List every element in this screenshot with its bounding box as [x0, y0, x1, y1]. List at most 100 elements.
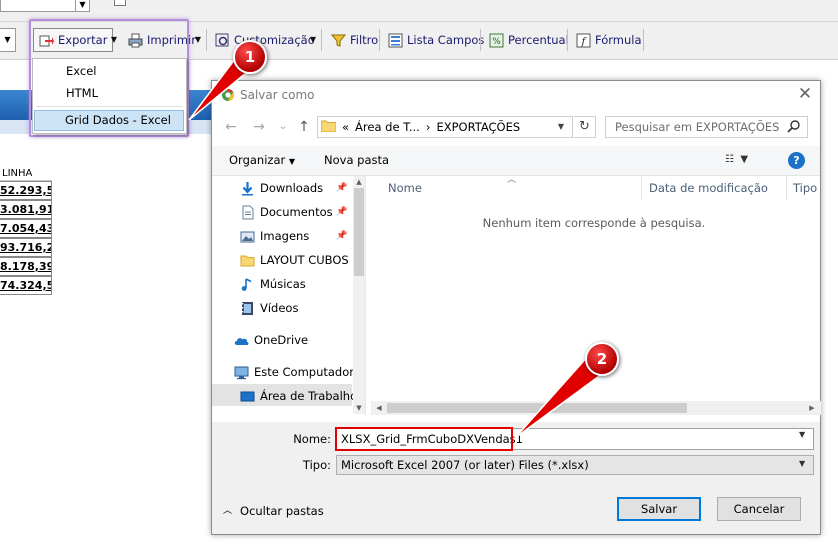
organize-menu[interactable]: Organizar ▼: [229, 153, 295, 169]
nav-label: Área de Trabalho: [260, 389, 358, 403]
toolbar-divider: [480, 29, 481, 51]
cloud-icon: [234, 333, 249, 348]
view-options-icon[interactable]: ☷ ▼: [725, 152, 759, 168]
chevron-down-icon: ▼: [288, 157, 296, 166]
percent-icon: %: [489, 33, 504, 48]
nav-item-this-pc[interactable]: Este Computador: [234, 361, 354, 383]
organize-label: Organizar: [229, 153, 286, 167]
filter-button[interactable]: Filtro: [325, 28, 384, 52]
sort-ascending-icon: ︿: [507, 175, 517, 185]
grid-cell[interactable]: 3.081,91: [0, 200, 52, 219]
field-list-label: Lista Campos: [407, 33, 485, 47]
top-combo[interactable]: ▼: [0, 0, 90, 12]
help-icon[interactable]: ?: [788, 152, 805, 169]
filetype-label: Tipo:: [302, 458, 331, 472]
toolbar-divider: [379, 29, 380, 51]
scroll-left-icon[interactable]: ◀: [373, 404, 385, 412]
callout-badge-1: 1: [233, 40, 267, 74]
menu-divider: [36, 106, 182, 107]
scroll-up-icon[interactable]: ▲: [353, 178, 365, 186]
nav-item-documents[interactable]: Documentos: [240, 201, 333, 223]
up-arrow-icon[interactable]: ↑: [295, 118, 313, 136]
menu-item-excel[interactable]: Excel: [66, 62, 96, 80]
hide-folders-toggle[interactable]: ︿ Ocultar pastas: [223, 504, 324, 518]
nav-item-layout-cubos[interactable]: LAYOUT CUBOS: [240, 249, 349, 271]
grid-column-header: LINHA: [0, 166, 52, 181]
nav-item-images[interactable]: Imagens: [240, 225, 309, 247]
formula-icon: f: [576, 33, 591, 48]
grid-cell[interactable]: 52.293,54: [0, 181, 52, 200]
search-icon[interactable]: [786, 119, 802, 135]
download-arrow-icon: [240, 181, 255, 196]
close-icon[interactable]: ✕: [795, 84, 815, 104]
breadcrumb-desktop[interactable]: Área de T...: [355, 120, 420, 134]
formula-button[interactable]: f Fórmula: [570, 28, 648, 52]
column-divider[interactable]: [786, 176, 787, 200]
back-arrow-icon[interactable]: ←: [222, 118, 240, 136]
grid-cell[interactable]: 74.324,55: [0, 276, 52, 295]
column-header-modified[interactable]: Data de modificação: [649, 181, 768, 195]
chevron-down-icon[interactable]: ▼: [549, 116, 573, 138]
chevron-down-icon[interactable]: ▼: [799, 430, 805, 439]
nav-label: Músicas: [260, 277, 306, 291]
filter-label: Filtro: [350, 33, 379, 47]
chevron-down-icon[interactable]: ▼: [75, 0, 89, 11]
field-list-button[interactable]: Lista Campos: [382, 28, 490, 52]
grid-cell[interactable]: 93.716,28: [0, 238, 52, 257]
forward-arrow-icon[interactable]: →: [250, 118, 268, 136]
grid-cell[interactable]: 7.054,43: [0, 219, 52, 238]
chevron-down-icon[interactable]: ▼: [0, 28, 16, 52]
refresh-icon[interactable]: ↻: [574, 116, 596, 138]
scroll-down-icon[interactable]: ▼: [353, 404, 365, 412]
folder-icon: [320, 119, 337, 135]
column-header-type[interactable]: Tipo: [793, 181, 817, 195]
chevron-down-icon[interactable]: ▼: [192, 28, 204, 52]
nav-item-downloads[interactable]: Downloads: [240, 177, 323, 199]
empty-message: Nenhum item corresponde à pesquisa.: [482, 216, 706, 230]
horizontal-scrollbar-thumb[interactable]: [387, 403, 687, 413]
breadcrumb-separator: ›: [425, 120, 431, 134]
nav-item-videos[interactable]: Vídeos: [240, 297, 298, 319]
pin-icon[interactable]: 📌: [336, 207, 347, 217]
menu-item-grid-excel[interactable]: Grid Dados - Excel: [34, 110, 184, 131]
toolbar-divider: [321, 29, 322, 51]
video-icon: [240, 301, 255, 316]
breadcrumb-overflow[interactable]: «: [342, 120, 349, 134]
chevron-up-icon: ︿: [223, 506, 233, 516]
grid-cell[interactable]: 8.178,39: [0, 257, 52, 276]
breadcrumb-exports[interactable]: EXPORTAÇÕES: [436, 120, 520, 134]
search-input[interactable]: Pesquisar em EXPORTAÇÕES: [605, 116, 808, 138]
svg-text:%: %: [492, 37, 501, 47]
toolbar-divider: [567, 29, 568, 51]
chevron-down-icon[interactable]: ▼: [307, 28, 319, 52]
nav-item-desktop[interactable]: Área de Trabalho: [240, 385, 357, 407]
nav-item-onedrive[interactable]: OneDrive: [234, 329, 308, 351]
percent-button[interactable]: % Percentual: [483, 28, 575, 52]
filetype-select[interactable]: Microsoft Excel 2007 (or later) Files (*…: [336, 455, 814, 475]
nav-item-music[interactable]: Músicas: [240, 273, 306, 295]
save-button[interactable]: Salvar: [617, 497, 701, 521]
toolbar-divider: [206, 29, 207, 51]
top-checkbox[interactable]: [114, 0, 126, 6]
folder-icon: [240, 253, 255, 268]
pin-icon[interactable]: 📌: [336, 231, 347, 241]
nav-scrollbar-thumb[interactable]: [354, 188, 364, 276]
cancel-button[interactable]: Cancelar: [717, 497, 801, 521]
customize-icon: [215, 33, 230, 48]
chevron-down-icon[interactable]: ⌄: [274, 118, 292, 136]
menu-item-html[interactable]: HTML: [66, 84, 98, 102]
nav-label: OneDrive: [254, 333, 309, 347]
scroll-right-icon[interactable]: ▶: [806, 404, 818, 412]
music-icon: [240, 277, 255, 292]
filename-highlight-box: [335, 427, 513, 451]
column-header-name[interactable]: Nome: [388, 181, 422, 195]
address-bar[interactable]: « Área de T... › EXPORTAÇÕES: [317, 116, 573, 138]
chevron-down-icon[interactable]: ▼: [799, 459, 805, 468]
callout-badge-2: 2: [585, 342, 619, 376]
new-folder-button[interactable]: Nova pasta: [324, 153, 389, 167]
nav-label: Downloads: [260, 181, 324, 195]
pin-icon[interactable]: 📌: [336, 183, 347, 193]
computer-icon: [234, 365, 249, 380]
column-divider[interactable]: [641, 176, 642, 200]
formula-label: Fórmula: [595, 33, 642, 47]
